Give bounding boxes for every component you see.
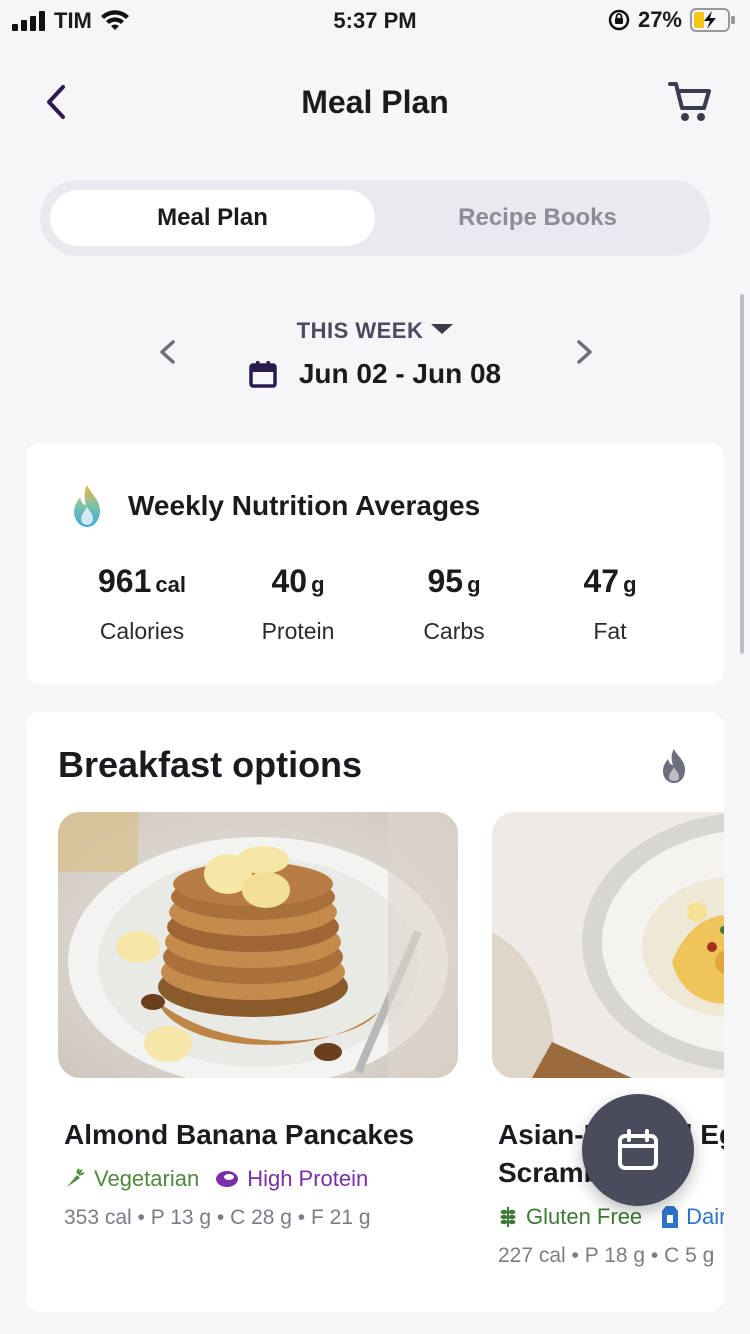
tag-high-protein: High Protein xyxy=(215,1166,368,1192)
chevron-right-icon xyxy=(577,340,592,364)
week-range: Jun 02 - Jun 08 xyxy=(0,358,750,390)
tag-label: Gluten Free xyxy=(526,1204,643,1229)
tag-label: Dairy Free xyxy=(686,1204,724,1229)
caret-down-icon xyxy=(431,324,454,334)
nav-bar: Meal Plan xyxy=(0,60,750,150)
tab-meal-plan[interactable]: Meal Plan xyxy=(50,190,375,246)
eggs-scramble-image xyxy=(492,812,724,1078)
stat-value: 47 xyxy=(583,563,620,599)
stat-value: 95 xyxy=(427,563,464,599)
week-selector: THIS WEEK Jun 02 - Jun 08 xyxy=(0,300,750,410)
stat-carbs: 95 g Carbs xyxy=(376,563,532,645)
battery-percent: 27% xyxy=(637,7,682,32)
recipe-image xyxy=(492,812,724,1078)
segmented-control: Meal Plan Recipe Books xyxy=(40,180,710,256)
cart-icon xyxy=(668,82,711,121)
stat-unit: cal xyxy=(155,572,186,597)
nutrition-header: Weekly Nutrition Averages xyxy=(66,483,480,529)
stat-fat: 47 g Fat xyxy=(532,563,688,645)
section-title: Breakfast options xyxy=(58,744,363,785)
breakfast-section: Breakfast options Almond Banana Pancakes… xyxy=(26,712,724,1312)
tag-dairy-free: Dairy Free xyxy=(658,1204,724,1230)
recipe-card[interactable]: Almond Banana Pancakes Vegetarian High P… xyxy=(58,812,458,1230)
stat-value: 961 xyxy=(98,563,152,599)
nutrition-card: Weekly Nutrition Averages 961 cal Calorie… xyxy=(26,443,724,684)
stat-label: Carbs xyxy=(423,618,485,644)
tag-gluten-free: Gluten Free xyxy=(498,1204,642,1230)
flame-filter-button[interactable] xyxy=(658,748,690,784)
stat-calories: 961 cal Calories xyxy=(64,563,220,645)
recipe-tags: Gluten Free Dairy Free xyxy=(498,1204,724,1230)
recipe-macros: 227 cal • P 18 g • C 5 g xyxy=(498,1244,715,1267)
stat-unit: g xyxy=(311,572,325,597)
calendar-icon xyxy=(618,1129,658,1170)
recipe-macros: 353 cal • P 13 g • C 28 g • F 21 g xyxy=(64,1206,371,1229)
flame-icon xyxy=(663,749,685,783)
stat-unit: g xyxy=(467,572,481,597)
recipe-card[interactable]: Asian-Inspired Eggs Scramble Gluten Free xyxy=(492,812,724,1268)
next-week-button[interactable] xyxy=(566,334,602,370)
wheat-icon xyxy=(500,1207,516,1227)
stat-protein: 40 g Protein xyxy=(220,563,376,645)
week-period-dropdown[interactable]: THIS WEEK xyxy=(0,318,750,344)
battery-charging-icon xyxy=(690,8,735,32)
nutrition-title: Weekly Nutrition Averages xyxy=(128,490,481,521)
week-period-label: THIS WEEK xyxy=(296,318,424,343)
stat-value: 40 xyxy=(271,563,308,599)
stat-unit: g xyxy=(623,572,637,597)
pancakes-image xyxy=(58,812,458,1078)
tag-label: High Protein xyxy=(247,1166,369,1191)
nutrition-stats: 961 cal Calories 40 g Protein 95 g Carbs 47… xyxy=(26,563,724,645)
muscle-icon xyxy=(216,1171,239,1187)
cart-button[interactable] xyxy=(666,78,714,126)
status-bar: TIM 5:37 PM 27% xyxy=(0,0,750,40)
recipe-image xyxy=(58,812,458,1078)
recipe-name: Almond Banana Pancakes xyxy=(64,1119,415,1150)
calendar-icon xyxy=(249,361,277,388)
tab-recipe-books[interactable]: Recipe Books xyxy=(375,190,700,246)
tag-label: Vegetarian xyxy=(94,1166,200,1191)
tag-vegetarian: Vegetarian xyxy=(64,1166,199,1192)
status-right: 27% xyxy=(608,7,736,33)
orientation-lock-icon xyxy=(608,9,630,31)
milk-carton-icon xyxy=(662,1206,679,1228)
recipe-tags: Vegetarian High Protein xyxy=(64,1166,458,1192)
stat-label: Calories xyxy=(99,618,185,644)
scrollbar[interactable] xyxy=(740,294,744,654)
page-title: Meal Plan xyxy=(301,84,449,120)
flame-icon xyxy=(74,485,100,527)
calendar-fab-button[interactable] xyxy=(582,1094,694,1206)
carrot-icon xyxy=(67,1168,85,1187)
week-range-text: Jun 02 - Jun 08 xyxy=(298,358,502,389)
stat-label: Protein xyxy=(261,618,335,644)
stat-label: Fat xyxy=(593,618,627,644)
